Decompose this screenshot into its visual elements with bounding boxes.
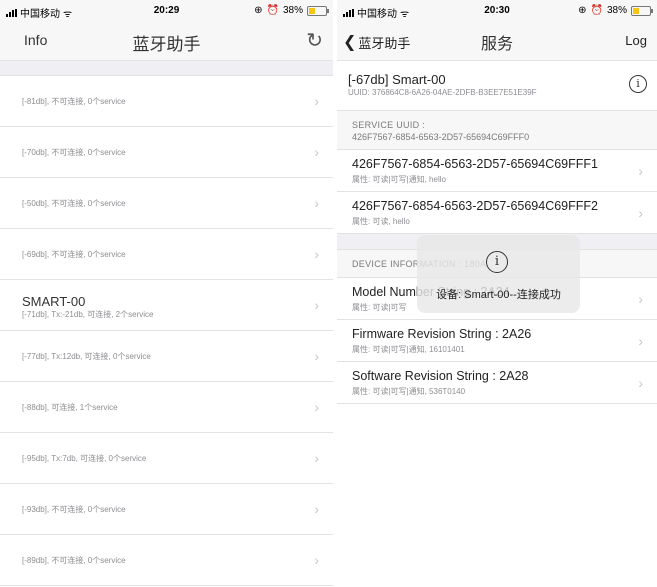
device-details: [-69db], 不可连接, 0个service bbox=[22, 250, 126, 259]
chevron-right-icon: › bbox=[314, 195, 319, 211]
device-details: [-93db], 不可连接, 0个service bbox=[22, 505, 126, 514]
nav-bar: Info 蓝牙助手 ↻ bbox=[0, 22, 333, 61]
device-list-item[interactable]: [-50db], 不可连接, 0个service › bbox=[0, 178, 333, 229]
device-details: [-77db], Tx:12db, 可连接, 0个service bbox=[22, 352, 151, 361]
service-section-header: SERVICE UUID : 426F7567-6854-6563-2D57-6… bbox=[337, 111, 657, 150]
characteristic-row-properties: 属性: 可读, hello bbox=[352, 217, 410, 226]
info-icon: i bbox=[486, 251, 508, 273]
chevron-right-icon: › bbox=[314, 348, 319, 364]
list-spacer bbox=[0, 61, 333, 76]
service-uuid-label: SERVICE UUID : bbox=[352, 120, 426, 130]
device-list-item[interactable]: [-95db], Tx:7db, 可连接, 0个service › bbox=[0, 433, 333, 484]
device-info-row-name: Software Revision String : 2A28 bbox=[352, 369, 529, 383]
device-list-item[interactable]: SMART-00 [-71db], Tx:-21db, 可连接, 2个servic… bbox=[0, 280, 333, 331]
chevron-right-icon: › bbox=[638, 332, 643, 349]
chevron-right-icon: › bbox=[314, 144, 319, 160]
device-details: [-88db], 可连接, 1个service bbox=[22, 403, 118, 412]
device-info-row[interactable]: Firmware Revision String : 2A26 属性: 可读|可写… bbox=[337, 320, 657, 362]
alarm-icon: ⏰ bbox=[590, 5, 603, 16]
device-list-item[interactable]: [-88db], 可连接, 1个service › bbox=[0, 382, 333, 433]
device-info-row-name: Firmware Revision String : 2A26 bbox=[352, 327, 532, 341]
info-icon[interactable]: i bbox=[629, 75, 647, 93]
battery-percent: 38% bbox=[606, 5, 627, 16]
device-list-item[interactable]: [-81db], 不可连接, 0个service › bbox=[0, 76, 333, 127]
characteristic-row-name: 426F7567-6854-6563-2D57-65694C69FFF2 bbox=[352, 199, 598, 213]
chevron-right-icon: › bbox=[314, 93, 319, 109]
device-info-row[interactable]: Software Revision String : 2A28 属性: 可读|可写… bbox=[337, 362, 657, 404]
device-details: [-89db], 不可连接, 0个service bbox=[22, 556, 126, 565]
status-bar: 中国移动 ᯤ 20:29 ⊕ ⏰ 38% bbox=[0, 0, 333, 22]
lock-rotation-icon: ⊕ bbox=[254, 5, 263, 16]
device-info-row-properties: 属性: 可读|可写 bbox=[352, 303, 407, 312]
device-list-screen: 中国移动 ᯤ 20:29 ⊕ ⏰ 38% Info 蓝牙助手 ↻ [-81db]… bbox=[0, 0, 333, 587]
page-title: 服务 bbox=[480, 36, 513, 53]
device-header: [-67db] Smart-00 UUID: 376864C8-6A26-04A… bbox=[337, 61, 657, 111]
chevron-right-icon: › bbox=[638, 162, 643, 179]
characteristic-row-properties: 属性: 可读|可写|通知, hello bbox=[352, 175, 446, 184]
refresh-icon[interactable]: ↻ bbox=[306, 28, 323, 53]
characteristic-row[interactable]: 426F7567-6854-6563-2D57-65694C69FFF2 属性: … bbox=[337, 192, 657, 234]
device-details: [-81db], 不可连接, 0个service bbox=[22, 97, 126, 106]
characteristic-row-name: 426F7567-6854-6563-2D57-65694C69FFF1 bbox=[352, 157, 598, 171]
device-details: [-50db], 不可连接, 0个service bbox=[22, 199, 126, 208]
device-details: [-95db], Tx:7db, 可连接, 0个service bbox=[22, 454, 147, 463]
battery-icon bbox=[631, 5, 653, 16]
characteristic-list: 426F7567-6854-6563-2D57-65694C69FFF1 属性: … bbox=[337, 150, 657, 234]
service-screen: 中国移动 ᯤ 20:30 ⊕ ⏰ 38% ❮ 蓝牙助手 服务 Log [-67d… bbox=[337, 0, 657, 587]
device-details: [-70db], 不可连接, 0个service bbox=[22, 148, 126, 157]
device-details: [-71db], Tx:-21db, 可连接, 2个service bbox=[22, 310, 154, 319]
lock-rotation-icon: ⊕ bbox=[578, 5, 587, 16]
battery-percent: 38% bbox=[282, 5, 303, 16]
device-uuid: UUID: 376864C8-6A26-04AE-2DFB-B3EE7E51E3… bbox=[348, 88, 537, 97]
device-info-row-properties: 属性: 可读|可写|通知, 536T0140 bbox=[352, 387, 466, 396]
device-list-item[interactable]: [-69db], 不可连接, 0个service › bbox=[0, 229, 333, 280]
device-list-item[interactable]: [-70db], 不可连接, 0个service › bbox=[0, 127, 333, 178]
page-title: 蓝牙助手 bbox=[132, 35, 201, 54]
device-title: [-67db] Smart-00 bbox=[348, 72, 446, 87]
chevron-right-icon: › bbox=[314, 399, 319, 415]
device-list-item[interactable]: [-77db], Tx:12db, 可连接, 0个service › bbox=[0, 331, 333, 382]
characteristic-row[interactable]: 426F7567-6854-6563-2D57-65694C69FFF1 属性: … bbox=[337, 150, 657, 192]
service-uuid-value: 426F7567-6854-6563-2D57-65694C69FFF0 bbox=[352, 132, 530, 142]
connection-toast: i 设备: Smart-00--连接成功 bbox=[417, 235, 580, 313]
device-list-item[interactable]: [-89db], 不可连接, 0个service › bbox=[0, 535, 333, 586]
nav-bar: ❮ 蓝牙助手 服务 Log bbox=[337, 22, 657, 61]
chevron-right-icon: › bbox=[314, 450, 319, 466]
device-info-row-properties: 属性: 可读|可写|通知, 16101401 bbox=[352, 345, 465, 354]
toast-message: 设备: Smart-00--连接成功 bbox=[436, 289, 561, 301]
chevron-right-icon: › bbox=[314, 501, 319, 517]
alarm-icon: ⏰ bbox=[266, 5, 279, 16]
chevron-right-icon: › bbox=[314, 297, 319, 313]
device-list: [-81db], 不可连接, 0个service › [-70db], 不可连接, … bbox=[0, 76, 333, 586]
chevron-right-icon: › bbox=[314, 552, 319, 568]
status-bar: 中国移动 ᯤ 20:30 ⊕ ⏰ 38% bbox=[337, 0, 657, 22]
battery-icon bbox=[307, 5, 329, 16]
log-button[interactable]: Log bbox=[625, 33, 647, 48]
device-list-item[interactable]: [-93db], 不可连接, 0个service › bbox=[0, 484, 333, 535]
chevron-right-icon: › bbox=[638, 204, 643, 221]
chevron-right-icon: › bbox=[314, 246, 319, 262]
device-name: SMART-00 bbox=[22, 294, 86, 309]
chevron-right-icon: › bbox=[638, 374, 643, 391]
chevron-right-icon: › bbox=[638, 290, 643, 307]
